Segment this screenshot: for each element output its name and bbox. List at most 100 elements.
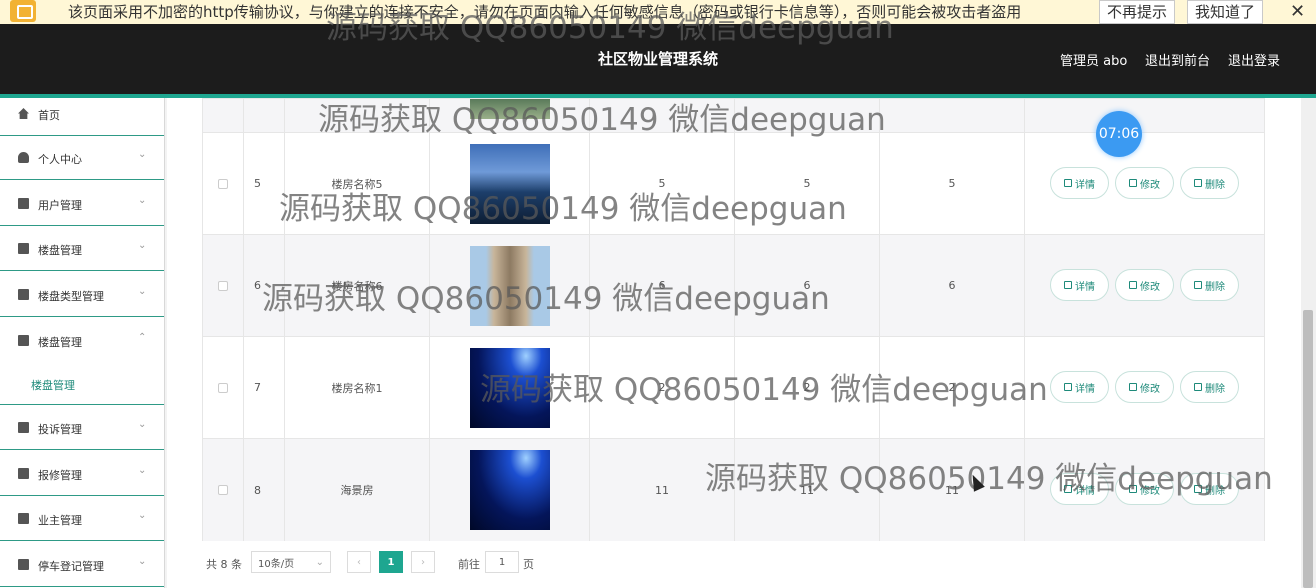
delete-label: 删除 xyxy=(1205,179,1225,191)
detail-label: 详情 xyxy=(1075,179,1095,191)
prev-page-button[interactable]: ‹ xyxy=(347,551,371,573)
delete-button[interactable]: 删除 xyxy=(1180,167,1239,199)
edit-icon xyxy=(1129,383,1137,391)
cell-value: 5 xyxy=(880,133,1025,234)
building-image xyxy=(469,450,550,530)
goto-page-input[interactable]: 1 xyxy=(485,551,519,573)
sidebar-item-buildings[interactable]: 楼盘管理 ⌄ xyxy=(0,227,164,271)
row-index: 7 xyxy=(244,337,285,438)
sidebar-item-label: 投诉管理 xyxy=(38,423,82,436)
sidebar-item-home[interactable]: 首页 xyxy=(0,92,164,136)
data-table: 5 楼房名称5 5 5 5 详情 修改 删除 6 楼房名称6 6 6 6 详情 … xyxy=(202,98,1265,541)
chevron-down-icon: ⌄ xyxy=(138,195,147,206)
chevron-down-icon: ⌄ xyxy=(138,286,147,297)
delete-label: 删除 xyxy=(1205,485,1225,497)
pagination: 共 8 条 10条/页 ⌄ ‹ 1 › 前往 1 页 xyxy=(202,548,1265,578)
sidebar-item-label: 业主管理 xyxy=(38,514,82,527)
detail-button[interactable]: 详情 xyxy=(1050,167,1109,199)
cell-value: 5 xyxy=(590,133,735,234)
warning-icon xyxy=(10,0,36,22)
chevron-down-icon: ⌄ xyxy=(315,556,324,568)
comment-icon xyxy=(18,559,29,570)
doc-icon xyxy=(1064,383,1072,391)
sidebar-item-owners[interactable]: 业主管理 ⌄ xyxy=(0,497,164,541)
building-image xyxy=(469,245,550,326)
sidebar-item-parking[interactable]: 停车登记管理 ⌄ xyxy=(0,543,164,587)
briefcase-icon xyxy=(18,243,29,254)
building-image xyxy=(469,143,550,224)
cell-value: 6 xyxy=(735,235,880,336)
trash-icon xyxy=(1194,179,1202,187)
back-to-front-link[interactable]: 退出到前台 xyxy=(1145,50,1210,69)
sidebar-item-complaints[interactable]: 投诉管理 ⌄ xyxy=(0,406,164,450)
row-index: 6 xyxy=(244,235,285,336)
admin-user-label: 管理员 abo xyxy=(1060,54,1128,69)
chevron-left-icon: ‹ xyxy=(357,556,361,568)
chevron-up-icon: ⌃ xyxy=(138,332,147,343)
detail-button[interactable]: 详情 xyxy=(1050,269,1109,301)
chart-icon xyxy=(18,422,29,433)
edit-icon xyxy=(1129,485,1137,493)
edit-button[interactable]: 修改 xyxy=(1115,167,1174,199)
chevron-right-icon: › xyxy=(421,556,425,568)
got-it-button[interactable]: 我知道了 xyxy=(1187,0,1264,24)
scrollbar-thumb[interactable] xyxy=(1303,310,1313,588)
cell-value: 11 xyxy=(590,439,735,541)
row-checkbox[interactable] xyxy=(218,382,228,393)
sidebar-item-label: 个人中心 xyxy=(38,153,82,166)
row-checkbox[interactable] xyxy=(218,178,228,189)
next-page-button[interactable]: › xyxy=(411,551,435,573)
edit-label: 修改 xyxy=(1140,485,1160,497)
detail-label: 详情 xyxy=(1075,485,1095,497)
chevron-down-icon: ⌄ xyxy=(138,149,147,160)
doc-icon xyxy=(1064,179,1072,187)
page-size-value: 10条/页 xyxy=(258,558,295,570)
sidebar-item-buildings-expanded[interactable]: 楼盘管理 ⌃ 楼盘管理 xyxy=(0,319,164,405)
chevron-down-icon: ⌄ xyxy=(138,465,147,476)
delete-button[interactable]: 删除 xyxy=(1180,473,1239,505)
edit-label: 修改 xyxy=(1140,281,1160,293)
logout-link[interactable]: 退出登录 xyxy=(1228,50,1280,69)
sidebar-item-profile[interactable]: 个人中心 ⌄ xyxy=(0,136,164,180)
cell-value: 6 xyxy=(880,235,1025,336)
sidebar-item-building-types[interactable]: 楼盘类型管理 ⌄ xyxy=(0,273,164,317)
delete-button[interactable]: 删除 xyxy=(1180,269,1239,301)
sidebar-item-users[interactable]: 用户管理 ⌄ xyxy=(0,182,164,226)
clipboard-icon xyxy=(18,335,29,346)
row-index: 8 xyxy=(244,439,285,541)
goto-label: 前往 xyxy=(458,558,480,571)
sidebar-item-label: 首页 xyxy=(38,109,60,122)
building-name: 楼房名称6 xyxy=(285,235,430,336)
building-name: 楼房名称5 xyxy=(285,133,430,234)
trash-icon xyxy=(1194,383,1202,391)
detail-button[interactable]: 详情 xyxy=(1050,371,1109,403)
chevron-down-icon: ⌄ xyxy=(138,510,147,521)
cell-value: 6 xyxy=(590,235,735,336)
close-icon[interactable]: ✕ xyxy=(1290,0,1305,24)
sidebar-item-label: 楼盘管理 xyxy=(38,244,82,257)
sidebar-item-label: 楼盘管理 xyxy=(38,336,82,349)
delete-button[interactable]: 删除 xyxy=(1180,371,1239,403)
page-size-select[interactable]: 10条/页 ⌄ xyxy=(251,551,331,573)
sidebar-subitem-buildings[interactable]: 楼盘管理 xyxy=(0,375,164,395)
sidebar: 首页 个人中心 ⌄ 用户管理 ⌄ 楼盘管理 ⌄ 楼盘类型管理 ⌄ 楼盘管理 ⌃ … xyxy=(0,98,165,588)
total-count: 共 8 条 xyxy=(206,558,242,571)
sidebar-item-label: 用户管理 xyxy=(38,199,82,212)
edit-button[interactable]: 修改 xyxy=(1115,371,1174,403)
sidebar-item-repairs[interactable]: 报修管理 ⌄ xyxy=(0,452,164,496)
page-1-button[interactable]: 1 xyxy=(379,551,403,573)
edit-button[interactable]: 修改 xyxy=(1115,269,1174,301)
row-checkbox[interactable] xyxy=(218,280,228,291)
row-checkbox[interactable] xyxy=(218,485,228,495)
warning-text: 该页面采用不加密的http传输协议，与你建立的连接不安全，请勿在页面内输入任何敏… xyxy=(68,3,1022,21)
row-index: 5 xyxy=(244,133,285,234)
timer-badge: 07:06 xyxy=(1096,111,1142,157)
table-row: 7 楼房名称1 2 2 2 详情 修改 删除 xyxy=(203,337,1264,439)
edit-button[interactable]: 修改 xyxy=(1115,473,1174,505)
table-row: 8 海景房 11 11 11 详情 修改 删除 xyxy=(203,439,1264,541)
detail-button[interactable]: 详情 xyxy=(1050,473,1109,505)
cell-value: 2 xyxy=(880,337,1025,438)
edit-label: 修改 xyxy=(1140,383,1160,395)
delete-label: 删除 xyxy=(1205,281,1225,293)
no-remind-button[interactable]: 不再提示 xyxy=(1099,0,1176,24)
